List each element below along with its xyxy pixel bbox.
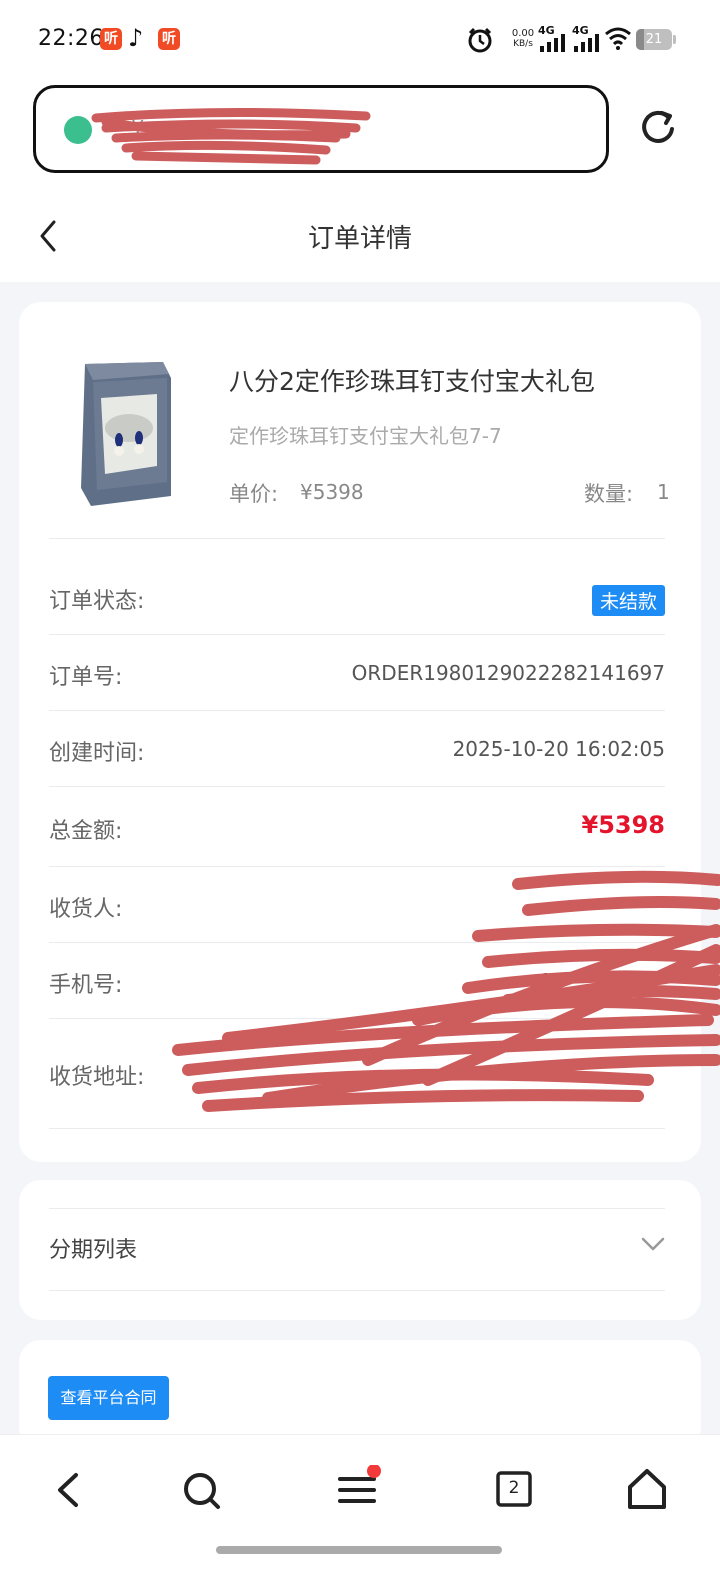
tiktok-icon: ♪ [128,24,144,52]
created-time-value: 2025-10-20 16:02:05 [452,737,665,761]
order-number-label: 订单号: [49,665,123,690]
battery-level: 21 [645,32,663,47]
installment-bottom-divider [49,1290,665,1291]
page-header: 订单详情 [0,190,720,282]
unit-price-value: ¥5398 [300,480,364,504]
order-number-row: 订单号: ORDER1980129022282141697 [49,634,665,711]
tabs-count: 2 [508,1478,520,1498]
battery-tip [673,35,676,44]
status-time: 22:26 [38,26,104,51]
menu-icon[interactable] [334,1465,384,1515]
total-amount-row: 总金额: ¥5398 [49,786,665,867]
status-bar: 22:26 听 ♪ 听 0.00 KB/s 4G 4G 21 [0,0,720,80]
signal-bars-icon [540,34,565,52]
net-speed: 0.00 KB/s [506,28,540,50]
browser-bottom-nav: 2 [0,1434,720,1585]
product-spec: 定作珍珠耳钉支付宝大礼包7-7 [229,424,502,448]
tabs-button[interactable]: 2 [490,1465,540,1515]
alarm-icon [468,27,492,53]
wifi-icon [605,27,631,50]
redaction-scribble [91,107,371,165]
total-amount-label: 总金额: [49,819,123,844]
unit-price-label: 单价: [229,482,279,506]
quantity-label: 数量: [584,482,634,506]
product-name: 八分2定作珍珠耳钉支付宝大礼包 [229,367,595,396]
net-speed-value: 0.00 [511,28,535,39]
order-status-row: 订单状态: 未结款 [49,538,665,635]
signal-bars-icon-2 [574,34,599,52]
reload-icon[interactable] [638,107,678,147]
view-contract-button[interactable]: 查看平台合同 [48,1376,169,1420]
order-status-label: 订单状态: [49,589,145,614]
listen-app-icon-2: 听 [158,28,180,50]
order-number-value: ORDER1980129022282141697 [351,661,665,685]
card-bottom-divider [49,1128,665,1129]
receiver-label: 收货人: [49,897,123,922]
created-time-label: 创建时间: [49,741,145,766]
product-image[interactable] [71,358,179,508]
installment-top-divider [49,1208,665,1209]
total-amount-value: ¥5398 [581,811,666,839]
created-time-row: 创建时间: 2025-10-20 16:02:05 [49,710,665,787]
browser-toolbar: ··· ¥ ··· [0,80,720,190]
battery-icon: 21 [636,29,672,50]
installment-list-label: 分期列表 [49,1238,138,1263]
address-bar[interactable]: ··· ¥ ··· [33,85,609,173]
listen-app-icon: 听 [100,28,122,50]
address-label: 收货地址: [49,1065,145,1090]
phone-label: 手机号: [49,973,123,998]
page-title: 订单详情 [307,224,412,254]
chevron-down-icon[interactable] [641,1236,665,1252]
installment-card[interactable]: 分期列表 [19,1180,701,1320]
home-icon[interactable] [622,1465,672,1515]
redaction-scribble-2 [172,870,720,1112]
search-icon[interactable] [176,1465,226,1515]
home-indicator[interactable] [216,1546,502,1554]
nav-back-icon[interactable] [44,1465,94,1515]
net-speed-unit: KB/s [513,39,533,49]
status-badge: 未结款 [591,585,665,616]
quantity-value: 1 [657,480,670,504]
